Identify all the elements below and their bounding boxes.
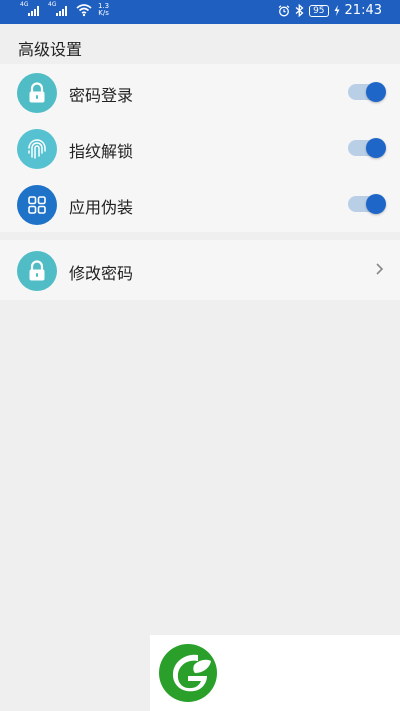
wifi-icon xyxy=(76,4,92,17)
settings-card: 密码登录 指纹解锁 应用伪装 xyxy=(0,64,400,232)
clock: 21:43 xyxy=(344,3,382,18)
fingerprint-icon xyxy=(17,129,57,169)
fingerprint-unlock-toggle[interactable] xyxy=(348,138,386,158)
lock-icon xyxy=(17,73,57,113)
network-speed-unit: K/s xyxy=(98,9,109,17)
bluetooth-icon xyxy=(295,4,304,17)
password-login-toggle[interactable] xyxy=(348,82,386,102)
grid-icon xyxy=(17,185,57,225)
sim1-signal-icon: 4G xyxy=(20,2,42,16)
setting-label: 密码登录 xyxy=(69,86,134,105)
sim2-signal-icon: 4G xyxy=(48,2,70,16)
change-password-card: 修改密码 xyxy=(0,240,400,300)
setting-label: 应用伪装 xyxy=(69,198,134,217)
status-left: 4G 4G 1.3 K/s xyxy=(20,2,109,17)
charging-icon xyxy=(334,5,340,16)
section-title: 高级设置 xyxy=(18,40,83,59)
status-bar: 4G 4G 1.3 K/s 95 21:43 xyxy=(0,0,400,24)
setting-label: 指纹解锁 xyxy=(69,142,134,161)
battery-level: 95 xyxy=(309,4,329,17)
logo-box xyxy=(150,635,400,711)
change-password-label: 修改密码 xyxy=(69,264,134,283)
setting-row-password-login[interactable]: 密码登录 xyxy=(0,64,400,120)
setting-row-fingerprint-unlock[interactable]: 指纹解锁 xyxy=(0,120,400,176)
setting-row-app-disguise[interactable]: 应用伪装 xyxy=(0,176,400,232)
alarm-icon xyxy=(278,4,290,16)
status-right: 95 21:43 xyxy=(278,3,382,18)
app-disguise-toggle[interactable] xyxy=(348,194,386,214)
lock-icon xyxy=(17,251,57,291)
change-password-row[interactable]: 修改密码 xyxy=(0,240,400,300)
chevron-right-icon xyxy=(376,263,384,275)
leaf-logo-icon xyxy=(159,644,217,702)
network-speed: 1.3 K/s xyxy=(98,3,109,17)
